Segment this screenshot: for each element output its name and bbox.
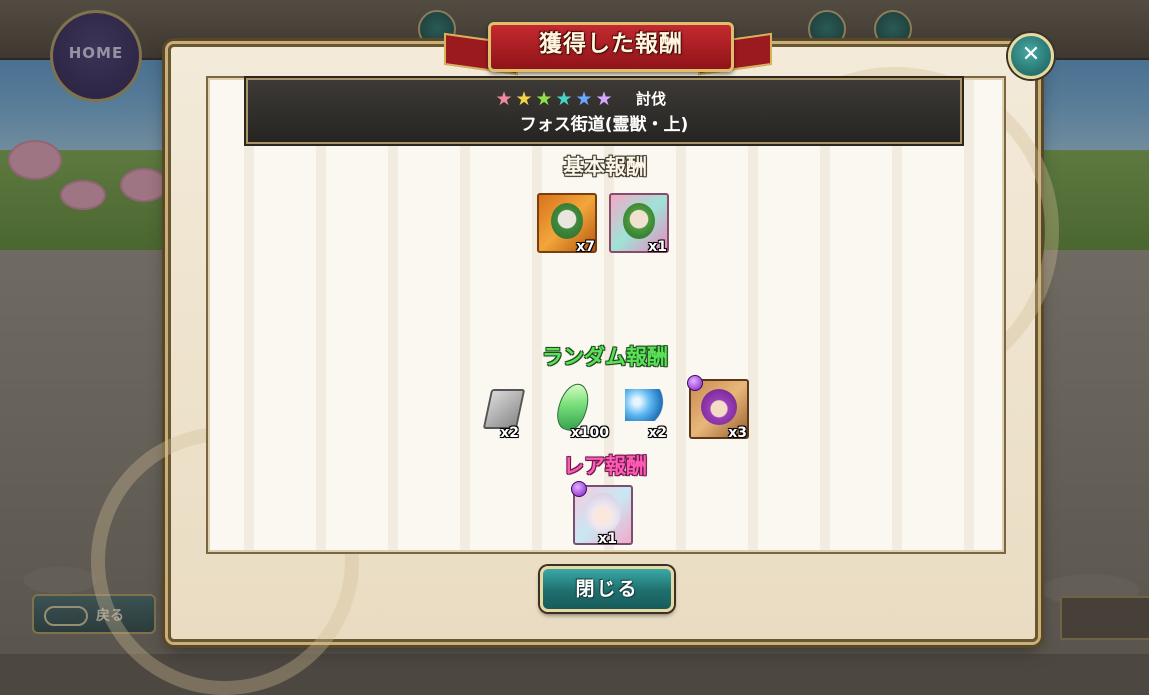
star-icon: ★ [555, 88, 573, 110]
stage-name: フォス街道(霊獣・上) [519, 115, 689, 135]
blue-gem-cluster-icon [625, 389, 665, 421]
star-icon: ★ [495, 88, 513, 110]
reward-item[interactable]: x1 [609, 193, 669, 255]
unit-portrait [623, 203, 655, 239]
close-button-label: 閉じる [575, 578, 639, 600]
reward-quantity: x1 [648, 239, 667, 255]
star-icon: ★ [575, 88, 593, 110]
reward-quantity: x1 [598, 531, 617, 547]
rarity-orb-icon [687, 375, 703, 391]
unit-portrait [585, 493, 621, 533]
basic-rewards-title: 基本報酬 [563, 155, 647, 179]
reward-quantity: x2 [500, 425, 519, 441]
difficulty-label: 討伐 [636, 90, 667, 108]
star-icon: ★ [515, 88, 533, 110]
stage-header: ★ ★ ★ ★ ★ ★ 討伐 フォス街道(霊獣・上) [246, 78, 962, 144]
difficulty-stars: ★ ★ ★ ★ ★ ★ [494, 88, 614, 110]
reward-item[interactable]: x7 [537, 193, 597, 255]
title-ribbon: 獲得した報酬 [444, 18, 772, 76]
reward-item[interactable]: x100 [551, 379, 611, 441]
rarity-orb-icon [571, 481, 587, 497]
reward-item[interactable]: x2 [479, 379, 539, 441]
close-button[interactable]: 閉じる [540, 566, 674, 612]
reward-quantity: x7 [576, 239, 595, 255]
unit-portrait [701, 389, 737, 425]
random-rewards-title: ランダム報酬 [542, 345, 668, 369]
reward-quantity: x100 [570, 425, 609, 441]
reward-item[interactable]: x2 [621, 379, 681, 441]
reward-quantity: x2 [648, 425, 667, 441]
dialog-title: 獲得した報酬 [539, 31, 683, 57]
reward-quantity: x3 [728, 425, 747, 441]
reward-item[interactable]: x1 [571, 481, 633, 547]
rare-rewards-title: レア報酬 [563, 454, 647, 478]
reward-paper [206, 76, 1006, 554]
unit-portrait [551, 203, 583, 239]
star-icon: ★ [595, 88, 613, 110]
silver-book-icon [482, 389, 526, 429]
star-icon: ★ [535, 88, 553, 110]
close-icon[interactable]: ✕ [1008, 33, 1054, 79]
reward-item[interactable]: x3 [687, 375, 749, 441]
